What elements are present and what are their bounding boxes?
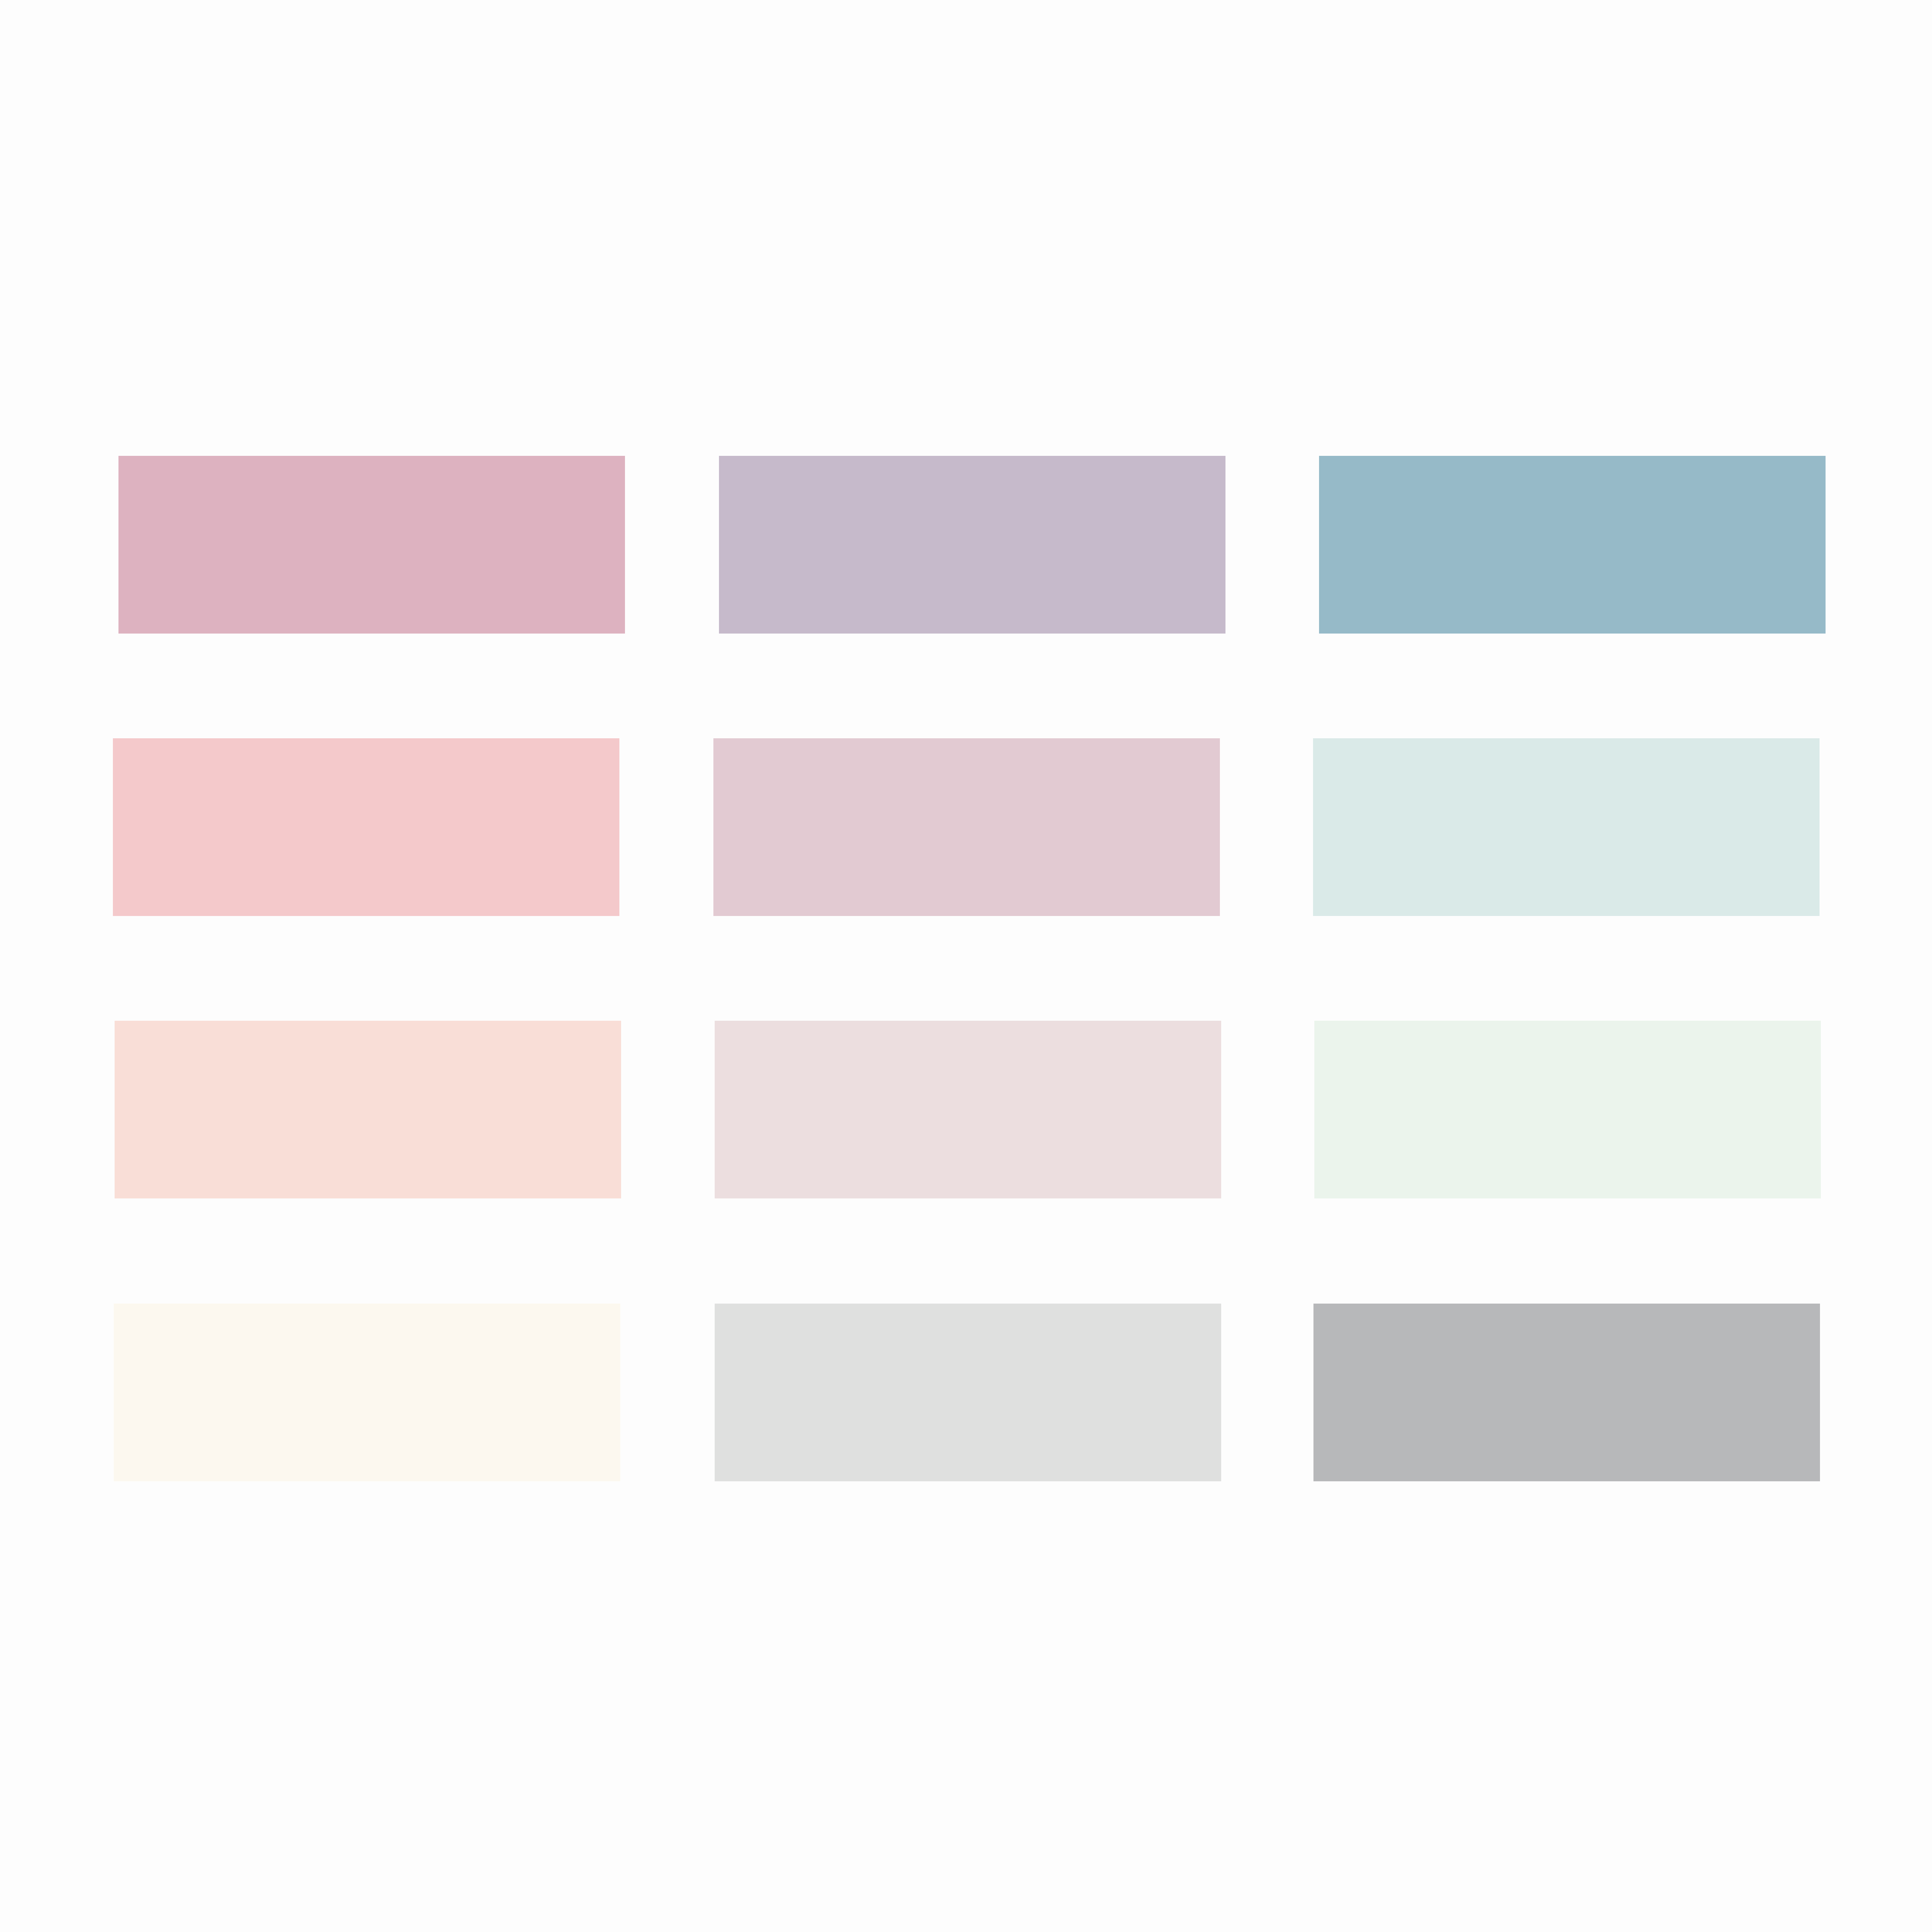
color-swatch bbox=[1313, 738, 1820, 916]
color-palette-canvas bbox=[0, 0, 1932, 1932]
color-swatch bbox=[715, 1304, 1221, 1481]
color-swatch bbox=[118, 456, 625, 634]
color-swatch bbox=[115, 1021, 621, 1198]
color-swatch bbox=[1319, 456, 1826, 634]
color-swatch bbox=[1313, 1304, 1820, 1481]
color-swatch bbox=[715, 1021, 1221, 1198]
color-swatch bbox=[719, 456, 1225, 634]
color-swatch bbox=[713, 738, 1220, 916]
color-swatch bbox=[113, 738, 619, 916]
color-swatch bbox=[1314, 1021, 1821, 1198]
color-swatch bbox=[114, 1304, 620, 1481]
